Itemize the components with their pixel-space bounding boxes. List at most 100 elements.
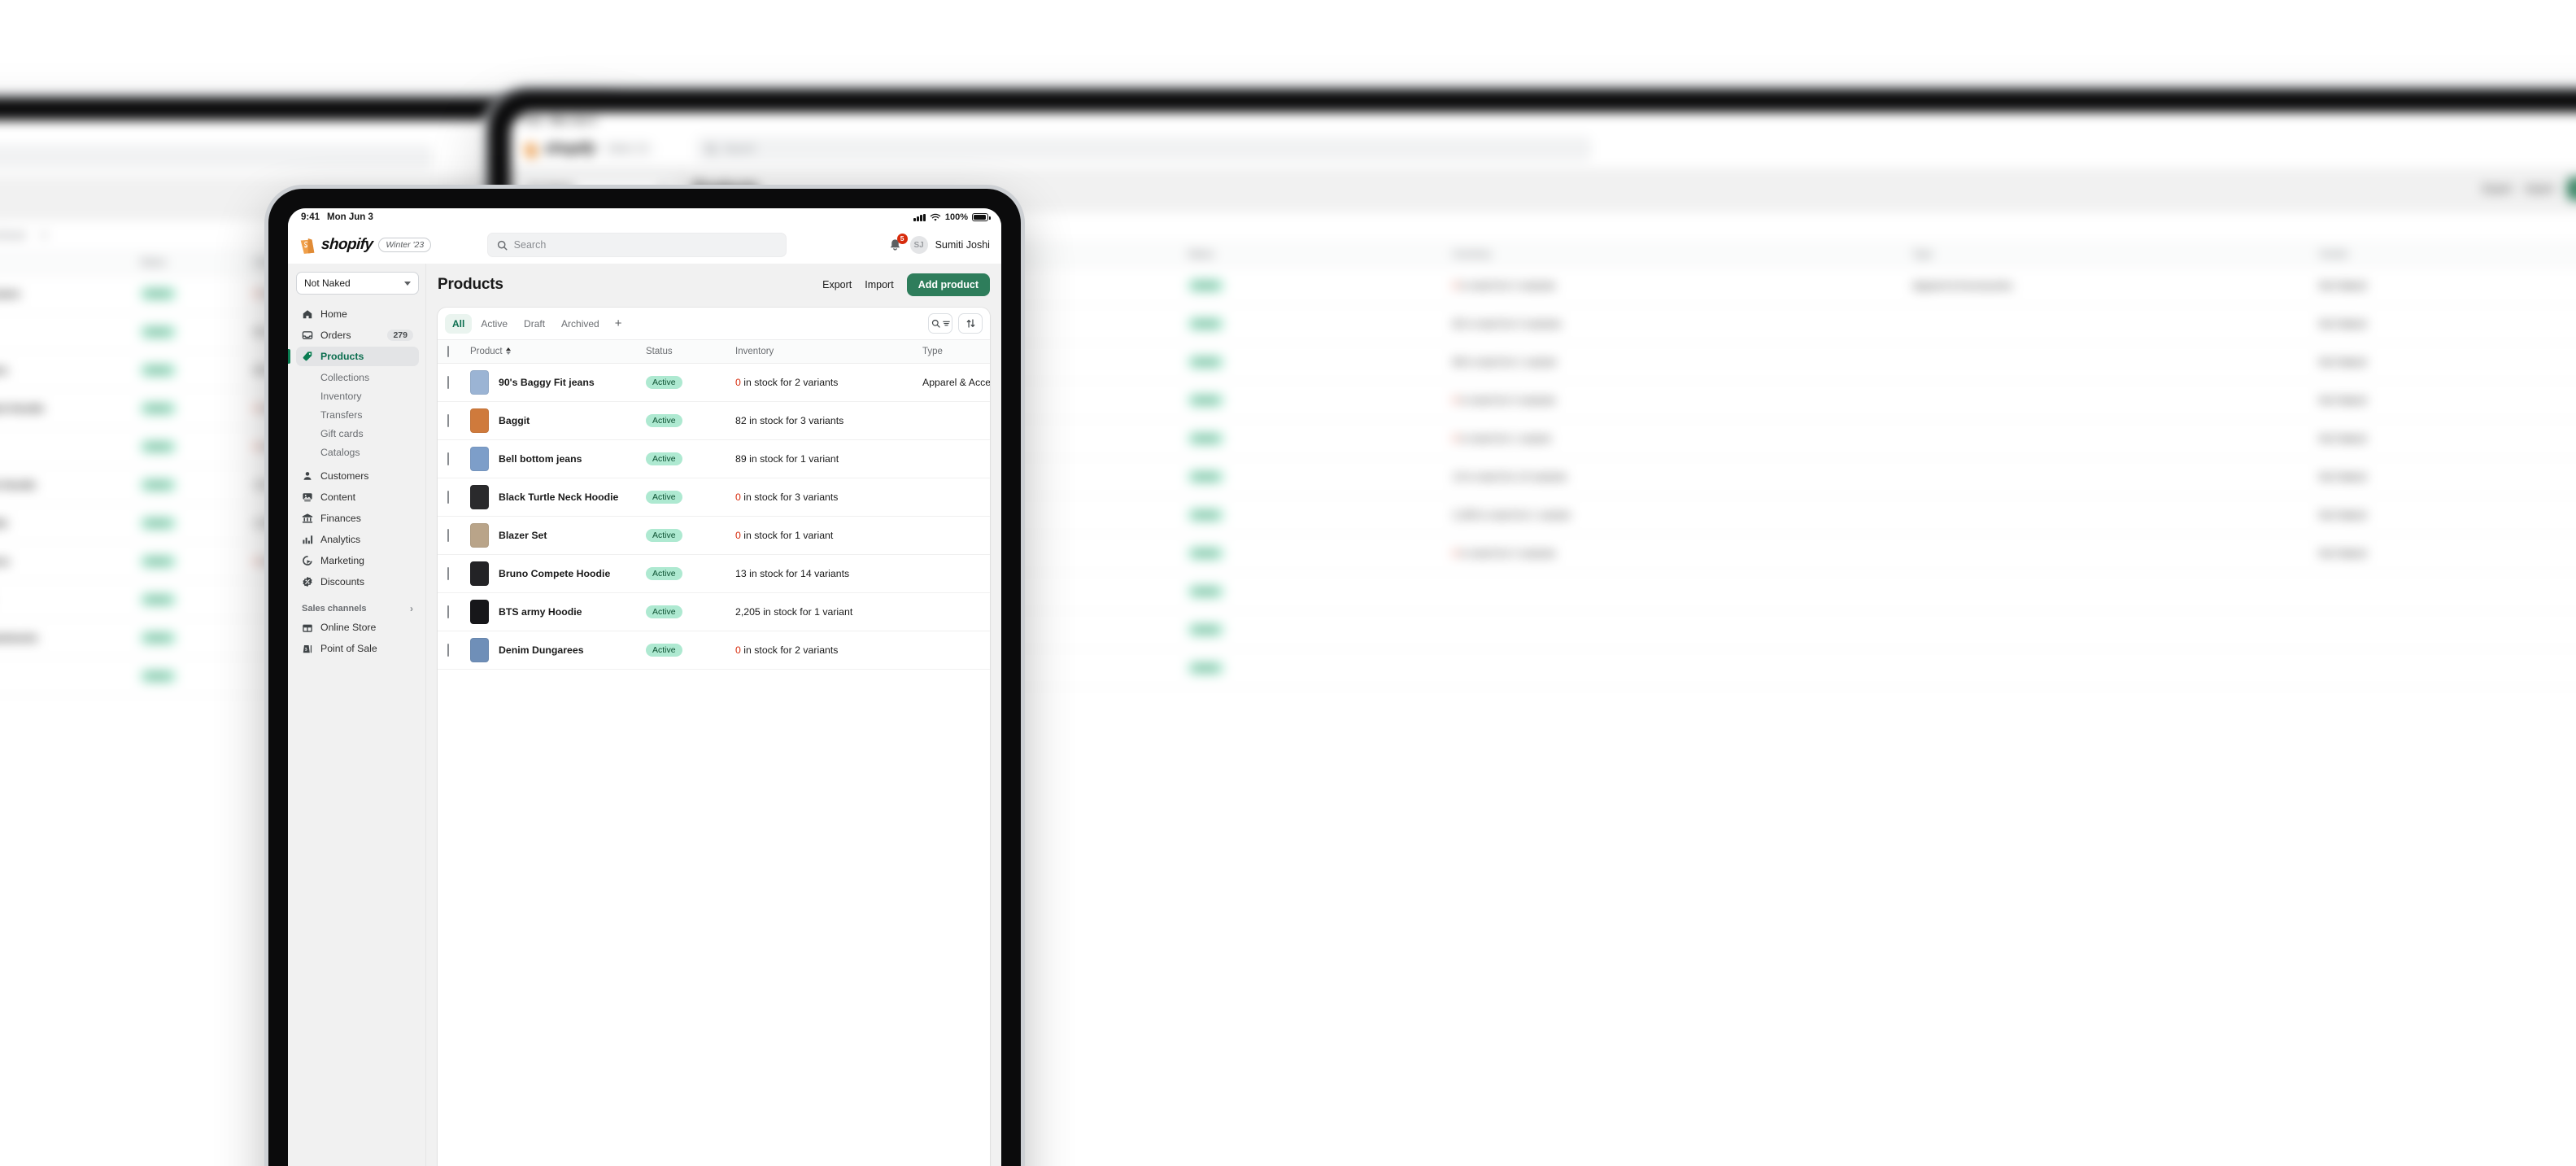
sidebar-item-orders[interactable]: Orders 279: [296, 325, 419, 345]
row-checkbox[interactable]: [447, 529, 449, 542]
inventory-count: 0: [735, 530, 741, 541]
filter-icon: [943, 320, 950, 327]
sidebar-item-products[interactable]: Products: [296, 347, 419, 366]
avatar[interactable]: SJ: [910, 236, 928, 254]
row-checkbox[interactable]: [447, 491, 449, 504]
table-row[interactable]: BaggitActive82 in stock for 3 variantsNo…: [438, 402, 990, 440]
product-name[interactable]: Bruno Compete Hoodie: [499, 568, 610, 579]
tab-active[interactable]: Active: [473, 314, 515, 334]
tab-draft[interactable]: Draft: [517, 314, 552, 334]
row-select-cell[interactable]: [438, 478, 465, 517]
inventory-count: 89: [735, 453, 747, 465]
product-name[interactable]: Blazer Set: [499, 530, 547, 541]
sidebar-item-point-of-sale[interactable]: Point of Sale: [296, 639, 419, 658]
add-product-button[interactable]: Add product: [907, 273, 990, 296]
bg-right-import[interactable]: Import: [2525, 183, 2553, 194]
table-row[interactable]: Black Turtle Neck HoodieActive0 in stock…: [438, 478, 990, 517]
product-name[interactable]: Bell bottom jeans: [0, 365, 8, 376]
row-checkbox[interactable]: [447, 605, 449, 618]
row-checkbox[interactable]: [447, 567, 449, 580]
status-badge: Active: [1188, 356, 1224, 369]
sidebar-item-analytics[interactable]: Analytics: [296, 530, 419, 549]
row-checkbox[interactable]: [447, 452, 449, 465]
table-row[interactable]: Denim DungareesActive0 in stock for 2 va…: [438, 631, 990, 670]
finances-bank-icon: [302, 513, 313, 524]
sidebar-item-label: Content: [320, 491, 355, 503]
select-all-cell[interactable]: [438, 340, 465, 364]
foreground-tablet: 9:41 Mon Jun 3 100%: [268, 189, 1021, 1166]
sidebar-subitem-inventory[interactable]: Inventory: [296, 386, 419, 405]
export-button[interactable]: Export: [822, 279, 852, 290]
import-button[interactable]: Import: [865, 279, 893, 290]
store-switcher[interactable]: Not Naked: [296, 272, 419, 295]
product-name[interactable]: Baggit: [499, 415, 530, 426]
table-row[interactable]: Bell bottom jeansActive89 in stock for 1…: [438, 440, 990, 478]
product-name[interactable]: Black Turtle Neck Hoodie: [0, 403, 44, 414]
global-search-input[interactable]: Search: [487, 233, 787, 257]
status-cell: Active: [641, 364, 730, 402]
bg-right-search[interactable]: Search: [696, 137, 1591, 161]
sidebar-group-sales-channels[interactable]: Sales channels ›: [296, 593, 419, 618]
tab-all[interactable]: All: [445, 314, 472, 334]
product-name[interactable]: Black Turtle Neck Hoodie: [499, 491, 618, 503]
product-name[interactable]: BTS army Hoodie: [0, 517, 8, 529]
sidebar-subitem-label: Catalogs: [320, 447, 360, 458]
product-name[interactable]: Forest of enchantments: [0, 632, 37, 644]
search-and-filter-button[interactable]: [928, 313, 952, 334]
inventory-cell: 82 in stock for 3 variants: [1448, 305, 1907, 343]
bg-left-tab-archived[interactable]: Archived: [0, 225, 33, 245]
sidebar-subitem-collections[interactable]: Collections: [296, 368, 419, 386]
table-row[interactable]: Bruno Compete HoodieActive13 in stock fo…: [438, 555, 990, 593]
row-select-cell[interactable]: [438, 402, 465, 440]
vendor-cell: [2314, 611, 2576, 649]
sidebar-item-home[interactable]: Home: [296, 304, 419, 324]
row-select-cell[interactable]: [438, 440, 465, 478]
notifications-bell-icon[interactable]: 5: [888, 238, 903, 253]
inventory-detail: in stock for 3 variants: [743, 491, 838, 503]
row-select-cell[interactable]: [438, 631, 465, 670]
sidebar-item-finances[interactable]: Finances: [296, 509, 419, 528]
bg-left-th-product[interactable]: Product: [0, 251, 135, 275]
sidebar-item-content[interactable]: Content: [296, 487, 419, 507]
product-name[interactable]: 90's Baggy Fit jeans: [499, 377, 595, 388]
product-name[interactable]: BTS army Hoodie: [499, 606, 582, 618]
tab-archived[interactable]: Archived: [554, 314, 607, 334]
shopify-logo[interactable]: shopify Winter '23: [299, 236, 431, 254]
bg-left-tab-add[interactable]: +: [34, 227, 54, 244]
product-cell: Denim Hoodie: [0, 581, 135, 619]
th-product[interactable]: Product: [465, 340, 641, 364]
product-name[interactable]: Denim Dungarees: [499, 644, 584, 656]
product-name[interactable]: Denim Dungarees: [0, 556, 10, 567]
row-checkbox[interactable]: [447, 644, 449, 657]
row-checkbox[interactable]: [447, 414, 449, 427]
product-name[interactable]: Bell bottom jeans: [499, 453, 582, 465]
row-select-cell[interactable]: [438, 555, 465, 593]
sidebar-item-discounts[interactable]: Discounts: [296, 572, 419, 592]
row-checkbox[interactable]: [447, 376, 449, 389]
table-row[interactable]: 90's Baggy Fit jeansActive0 in stock for…: [438, 364, 990, 402]
table-row[interactable]: BTS army HoodieActive2,205 in stock for …: [438, 593, 990, 631]
sidebar-item-marketing[interactable]: Marketing: [296, 551, 419, 570]
row-select-cell[interactable]: [438, 593, 465, 631]
search-icon: [931, 319, 941, 329]
vendor-cell: Not Naked: [2314, 458, 2576, 496]
sidebar-subitem-gift-cards[interactable]: Gift cards: [296, 424, 419, 443]
row-select-cell[interactable]: [438, 364, 465, 402]
product-name[interactable]: Bruno Compete Hoodie: [0, 479, 36, 491]
sidebar-item-online-store[interactable]: Online Store: [296, 618, 419, 637]
sort-button[interactable]: [958, 313, 983, 334]
bg-right-add-product[interactable]: Add product: [2567, 177, 2576, 200]
table-row[interactable]: Blazer SetActive0 in stock for 1 variant…: [438, 517, 990, 555]
product-name[interactable]: 90's Baggy Fit jeans: [0, 288, 20, 299]
add-view-button[interactable]: +: [608, 315, 629, 332]
status-cell: Active: [641, 440, 730, 478]
bg-right-export[interactable]: Export: [2482, 183, 2512, 194]
select-all-checkbox[interactable]: [447, 346, 449, 357]
inventory-cell: 13 in stock for 14 variants: [730, 555, 918, 593]
product-thumbnail: [470, 523, 489, 548]
row-select-cell[interactable]: [438, 517, 465, 555]
sidebar-item-customers[interactable]: Customers: [296, 466, 419, 486]
bg-left-search[interactable]: Search: [0, 145, 433, 169]
sidebar-subitem-catalogs[interactable]: Catalogs: [296, 443, 419, 461]
sidebar-subitem-transfers[interactable]: Transfers: [296, 405, 419, 424]
